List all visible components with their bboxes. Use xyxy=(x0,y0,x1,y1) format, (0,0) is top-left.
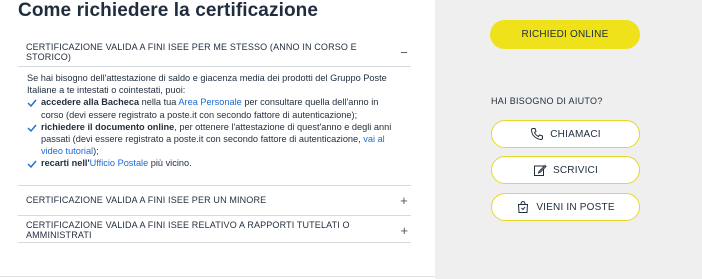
visit-post-office-button[interactable]: VIENI IN POSTE xyxy=(491,193,640,221)
accordion-body-self: Se hai bisogno dell'attestazione di sald… xyxy=(27,72,402,170)
accordion-header-self[interactable]: CERTIFICAZIONE VALIDA A FINI ISEE PER ME… xyxy=(26,38,411,66)
item-bold: richiedere il documento online xyxy=(41,121,175,132)
sidebar: RICHIEDI ONLINE HAI BISOGNO DI AIUTO? CH… xyxy=(435,0,702,279)
accordion-item-guardianship: CERTIFICAZIONE VALIDA A FINI ISEE RELATI… xyxy=(18,216,411,243)
accordion-title: CERTIFICAZIONE VALIDA A FINI ISEE PER UN… xyxy=(26,195,267,205)
accordion-title: CERTIFICAZIONE VALIDA A FINI ISEE RELATI… xyxy=(26,220,350,240)
divider xyxy=(18,66,411,67)
request-online-button[interactable]: RICHIEDI ONLINE xyxy=(490,20,640,49)
item-bold: recarti nell' xyxy=(41,158,90,169)
accordion-item-self: CERTIFICAZIONE VALIDA A FINI ISEE PER ME… xyxy=(18,38,411,186)
list-item: accedere alla Bacheca nella tua Area Per… xyxy=(27,96,402,120)
shopping-bag-icon xyxy=(518,200,529,213)
checkmark-icon xyxy=(27,160,37,169)
area-personale-link[interactable]: Area Personale xyxy=(178,97,241,107)
accordion-header-minor[interactable]: CERTIFICAZIONE VALIDA A FINI ISEE PER UN… xyxy=(26,186,411,214)
help-title: HAI BISOGNO DI AIUTO? xyxy=(491,96,603,106)
options-list: accedere alla Bacheca nella tua Area Per… xyxy=(27,96,402,169)
list-item: richiedere il documento online, per otte… xyxy=(27,121,402,158)
phone-icon xyxy=(531,128,544,141)
ufficio-postale-link[interactable]: Ufficio Postale xyxy=(90,158,149,168)
call-us-button[interactable]: CHIAMACI xyxy=(491,120,640,148)
visit-post-office-label: VIENI IN POSTE xyxy=(536,201,615,213)
expand-icon[interactable]: + xyxy=(397,193,411,208)
collapse-icon[interactable]: − xyxy=(397,45,411,60)
item-text: più vicino. xyxy=(148,158,192,169)
main-content: Come richiedere la certificazione CERTIF… xyxy=(0,0,435,279)
item-bold: accedere alla Bacheca xyxy=(41,97,140,108)
checkmark-icon xyxy=(27,99,37,108)
expand-icon[interactable]: + xyxy=(398,223,411,238)
checkmark-icon xyxy=(27,124,37,132)
write-us-label: SCRIVICI xyxy=(553,164,598,176)
write-icon xyxy=(534,164,547,176)
call-us-label: CHIAMACI xyxy=(550,128,601,140)
write-us-button[interactable]: SCRIVICI xyxy=(491,156,640,184)
item-text: nella tua xyxy=(139,97,179,108)
accordion-title: CERTIFICAZIONE VALIDA A FINI ISEE PER ME… xyxy=(26,42,357,62)
page-title: Come richiedere la certificazione xyxy=(18,0,319,21)
intro-text: Se hai bisogno dell'attestazione di sald… xyxy=(27,73,387,96)
item-text: ); xyxy=(93,146,99,157)
divider xyxy=(0,276,435,277)
list-item: recarti nell'Ufficio Postale più vicino. xyxy=(27,157,402,169)
accordion-header-guardianship[interactable]: CERTIFICAZIONE VALIDA A FINI ISEE RELATI… xyxy=(26,216,411,244)
accordion-item-minor: CERTIFICAZIONE VALIDA A FINI ISEE PER UN… xyxy=(18,186,411,216)
